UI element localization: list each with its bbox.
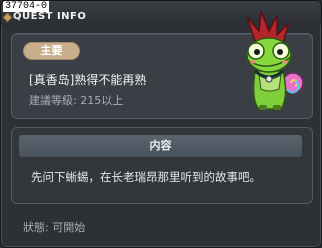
window-title: QUEST INFO <box>13 11 87 22</box>
quest-name: [真香岛]熟得不能再熟 <box>29 73 147 87</box>
green-chameleon-mascot-icon <box>246 11 304 110</box>
content-description: 先问下蜥蜴，在长老瑞昂那里听到的故事吧。 <box>31 170 261 184</box>
quest-info-window: 37704-0 QUEST INFO 主要 [真香岛]熟得不能再熟 建議等級: … <box>0 0 322 248</box>
content-header: 内容 <box>19 135 302 157</box>
quest-type-badge: 主要 <box>23 42 80 60</box>
quest-status: 狀態: 可開始 <box>23 221 86 234</box>
quest-level-requirement: 建議等級: 215以上 <box>29 94 124 107</box>
